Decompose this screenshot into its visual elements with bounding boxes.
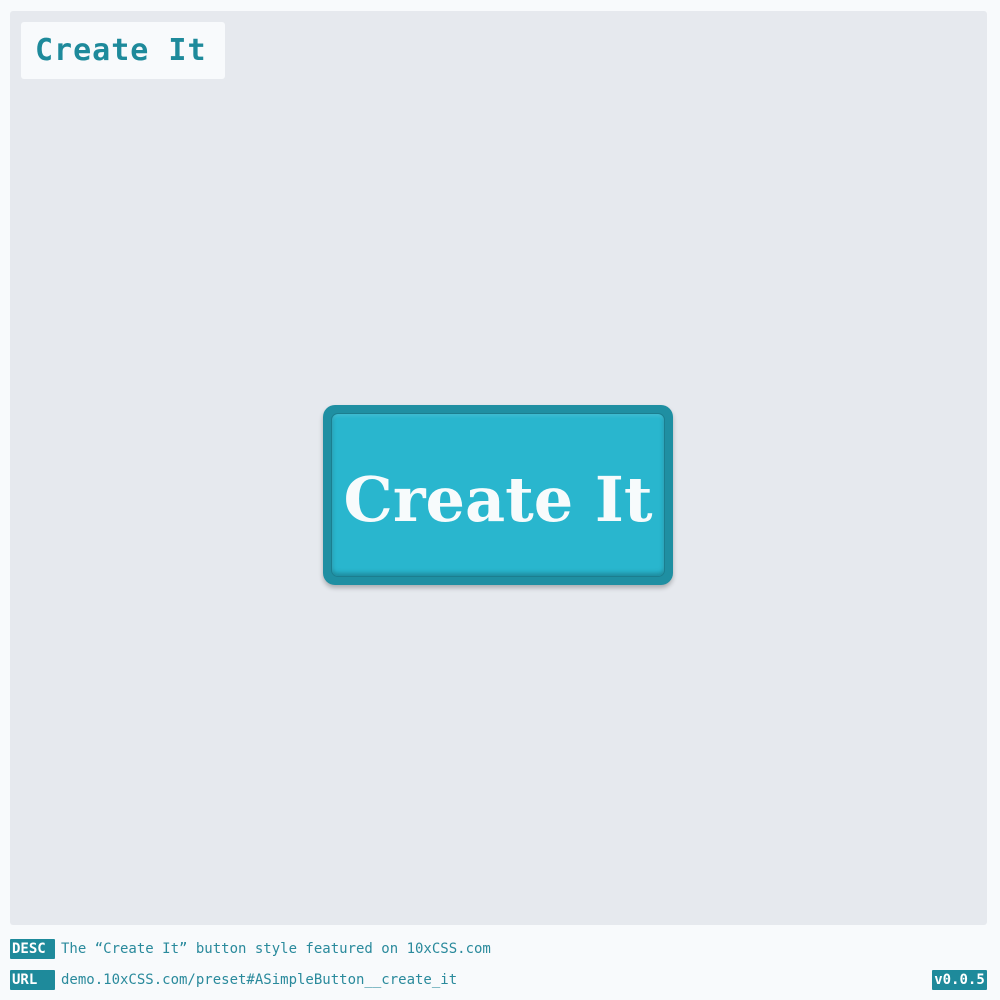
- url-tag: URL: [10, 970, 55, 990]
- url-row: URL demo.10xCSS.com/preset#ASimpleButton…: [10, 970, 457, 990]
- preview-stage: Create It Create It: [10, 11, 987, 925]
- create-it-button[interactable]: Create It: [323, 405, 673, 585]
- description-row: DESC The “Create It” button style featur…: [10, 939, 491, 959]
- version-badge: v0.0.5: [932, 970, 987, 990]
- url-text[interactable]: demo.10xCSS.com/preset#ASimpleButton__cr…: [61, 972, 457, 988]
- desc-tag: DESC: [10, 939, 55, 959]
- page-title: Create It: [21, 22, 225, 79]
- description-text: The “Create It” button style featured on…: [61, 941, 491, 957]
- create-it-button-label: Create It: [343, 462, 653, 536]
- create-it-button-face[interactable]: Create It: [331, 413, 665, 577]
